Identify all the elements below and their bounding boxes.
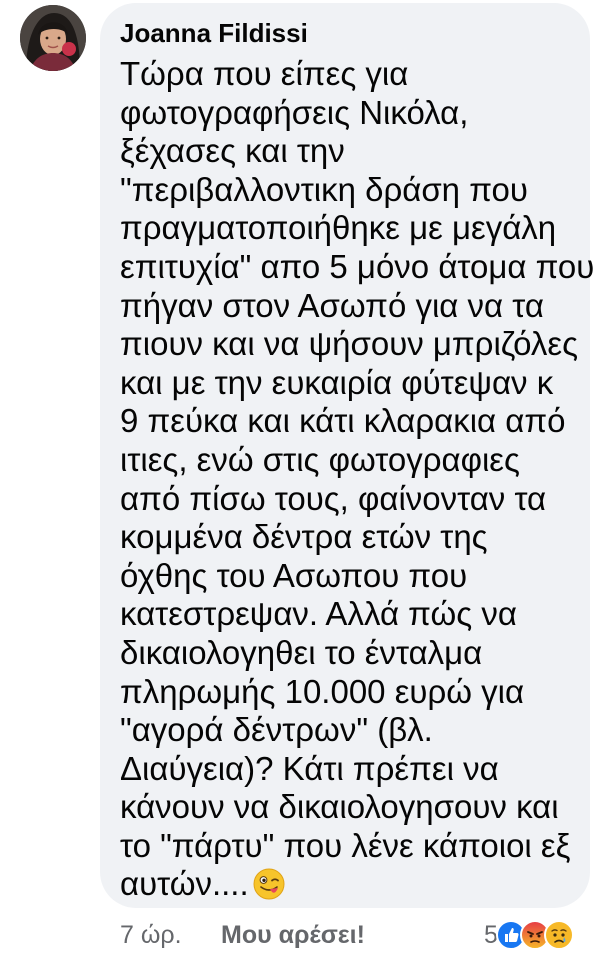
- reactions-summary[interactable]: 5: [484, 918, 574, 952]
- comment-text-line: όχθης του Ασωπου που: [120, 556, 468, 594]
- comment-author-name[interactable]: Joanna Fildissi: [120, 17, 576, 49]
- comment-text-line: Τώρα που είπες για: [120, 55, 409, 92]
- comment-footer: 7 ώρ. Μου αρέσει! 5: [0, 918, 606, 954]
- comment-text-line: κατεστρεψαν. Αλλά πώς να: [120, 595, 517, 633]
- comment-text-line: επιτυχία" απο 5 μόνο άτομα που: [120, 247, 595, 285]
- comment-timestamp[interactable]: 7 ώρ.: [120, 918, 182, 952]
- comment-text-line: πήγαν στον Ασωπό για να τα: [120, 286, 544, 324]
- comment-text-line: από πίσω τους, φαίνονταν τα: [120, 479, 547, 517]
- comment-bubble: Joanna Fildissi Τώρα που είπες για φωτογ…: [100, 3, 595, 909]
- comment-text-last-line: αυτών....: [120, 865, 576, 909]
- comment-text-line: 9 πεύκα και κάτι κλαρακια από: [120, 402, 566, 440]
- author-avatar[interactable]: [20, 5, 86, 71]
- comment-text-line: το "πάρτυ" που λένε κάποιοι εξ: [120, 826, 571, 864]
- comment-text-line: κομμένα δέντρα ετών της: [120, 518, 488, 556]
- comment-text-line: φωτογραφήσεις Νικόλα,: [120, 93, 469, 131]
- comment-text-line: κάνουν να δικαιολογησουν και: [120, 788, 559, 826]
- comment-text-line: αυτών....: [120, 865, 249, 903]
- comment-text-line: και με την ευκαιρία φύτεψαν κ: [120, 363, 554, 401]
- sad-reaction-icon: [543, 920, 574, 950]
- comment-text-line: ξέχασες και την: [120, 132, 345, 170]
- comment-text-line: πληρωμής 10.000 ευρώ για: [120, 672, 525, 710]
- comment-text-line: δικαιολογηθει το ένταλμα: [120, 633, 483, 671]
- comment-text-line: πιουν και να ψήσουν μπριζόλες: [120, 325, 578, 363]
- winking-face-with-tongue-icon: [253, 868, 285, 909]
- comment-text-line: πραγματοποιήθηκε με μεγάλη: [120, 209, 557, 247]
- like-button[interactable]: Μου αρέσει!: [221, 918, 365, 952]
- comment-text-line: ιτιες, ενώ στις φωτογραφιες: [120, 440, 520, 478]
- comment-text-line: "αγορά δέντρων" (βλ.: [120, 711, 433, 749]
- comment-text-line: "περιβαλλοντικη δράση που: [120, 170, 528, 208]
- comment-text: Τώρα που είπες για φωτογραφήσεις Νικόλα,…: [120, 55, 595, 909]
- comment-text-line: Διαύγεια)? Κάτι πρέπει να: [120, 749, 499, 787]
